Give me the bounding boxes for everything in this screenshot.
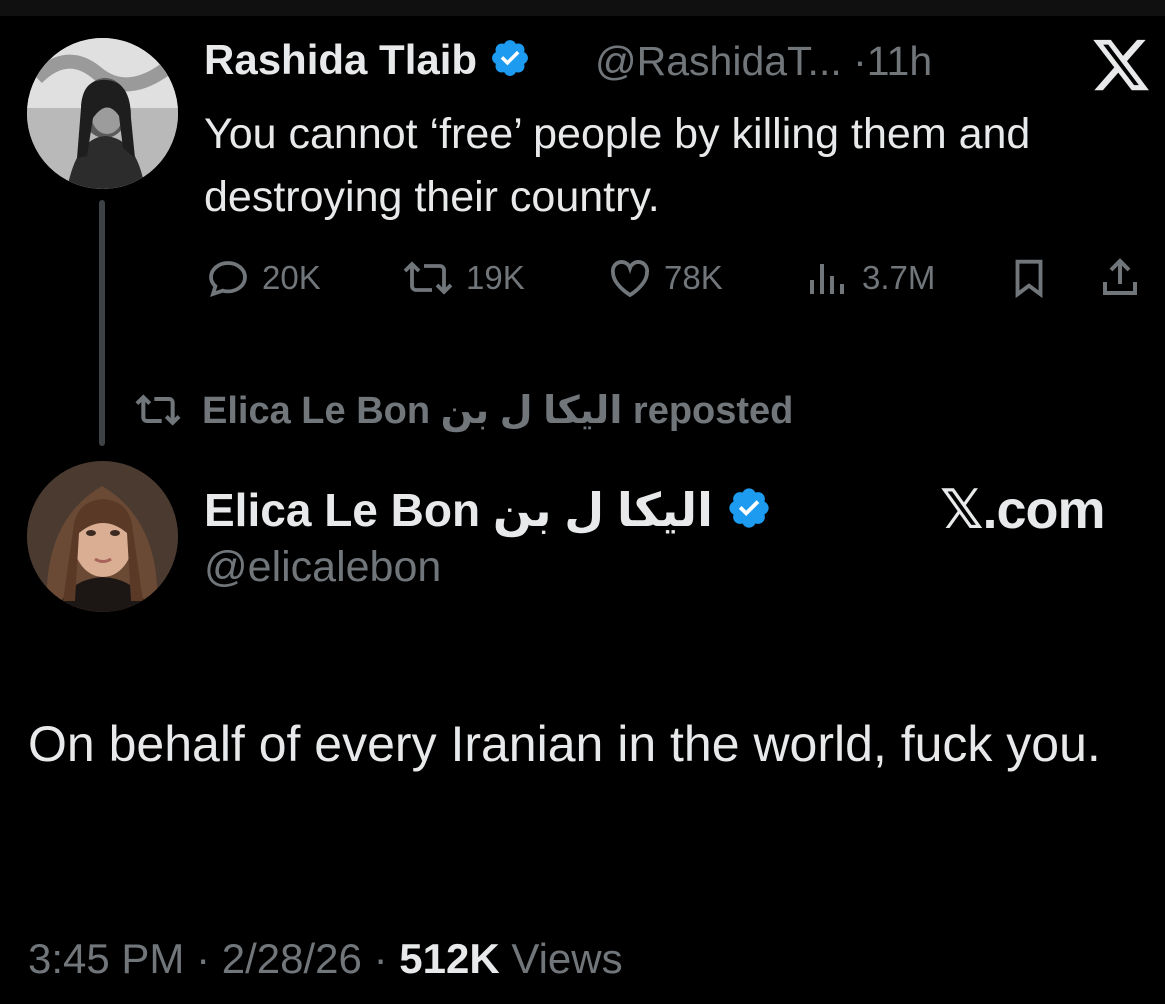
tweet-meta: 3:45 PM · 2/28/26 · 512K Views: [28, 935, 623, 983]
views-button[interactable]: 3.7M: [804, 252, 935, 304]
bookmark-button[interactable]: [1006, 252, 1062, 304]
quoted-author-name-text[interactable]: Rashida Tlaib: [204, 36, 477, 83]
reply-count: 20K: [262, 259, 321, 296]
like-count: 78K: [664, 259, 723, 296]
views-icon: [810, 264, 844, 294]
reposted-by-line[interactable]: Elica Le Bon الیکا ل بن reposted: [130, 385, 793, 435]
dot-separator: ·: [853, 38, 867, 84]
tweet-time[interactable]: 3:45 PM: [28, 935, 184, 982]
tweet-views-label: Views: [511, 935, 623, 982]
share-icon: [1103, 258, 1137, 295]
quoted-author-name[interactable]: Rashida Tlaib: [204, 36, 531, 89]
elica-avatar[interactable]: [27, 461, 178, 612]
reply-button[interactable]: 20K: [204, 252, 321, 304]
quoted-tweet-text: You cannot ‘free’ people by killing them…: [204, 110, 1031, 221]
verified-badge-icon: [489, 37, 531, 89]
views-count: 3.7M: [862, 259, 936, 296]
meta-separator: ·: [373, 935, 388, 982]
quoted-time[interactable]: 11h: [867, 38, 932, 84]
tweet-date[interactable]: 2/28/26: [222, 935, 362, 982]
author-name-text[interactable]: Elica Le Bon الیکا ل بن: [204, 484, 713, 536]
bookmark-icon: [1015, 259, 1043, 299]
like-icon: [610, 260, 650, 298]
reply-icon: [209, 261, 247, 298]
top-edge: [0, 0, 1165, 16]
x-logo-icon: [1090, 34, 1152, 96]
quoted-handle[interactable]: @RashidaT...: [595, 38, 842, 84]
rashida-avatar[interactable]: [27, 38, 178, 189]
author-name[interactable]: Elica Le Bon الیکا ل بن: [204, 483, 772, 542]
tweet-views-count[interactable]: 512K: [399, 935, 499, 982]
thread-line: [99, 200, 105, 446]
like-button[interactable]: 78K: [606, 252, 723, 304]
quoted-action-bar: 20K 19K 78K 3.7M: [0, 252, 1165, 304]
repost-icon: [403, 261, 453, 295]
author-handle[interactable]: @elicalebon: [204, 543, 441, 592]
xcom-watermark: 𝕏.com: [940, 480, 1106, 540]
repost-button[interactable]: 19K: [400, 252, 525, 304]
reposted-by-text: Elica Le Bon الیکا ل بن reposted: [202, 389, 794, 432]
meta-separator: ·: [196, 935, 211, 982]
repost-icon: [135, 394, 181, 426]
verified-badge-icon: [726, 485, 772, 542]
repost-count: 19K: [466, 259, 525, 296]
share-button[interactable]: [1096, 252, 1154, 304]
tweet-text: On behalf of every Iranian in the world,…: [28, 716, 1101, 772]
quoted-handle-time: @RashidaT... ·11h: [595, 38, 932, 85]
